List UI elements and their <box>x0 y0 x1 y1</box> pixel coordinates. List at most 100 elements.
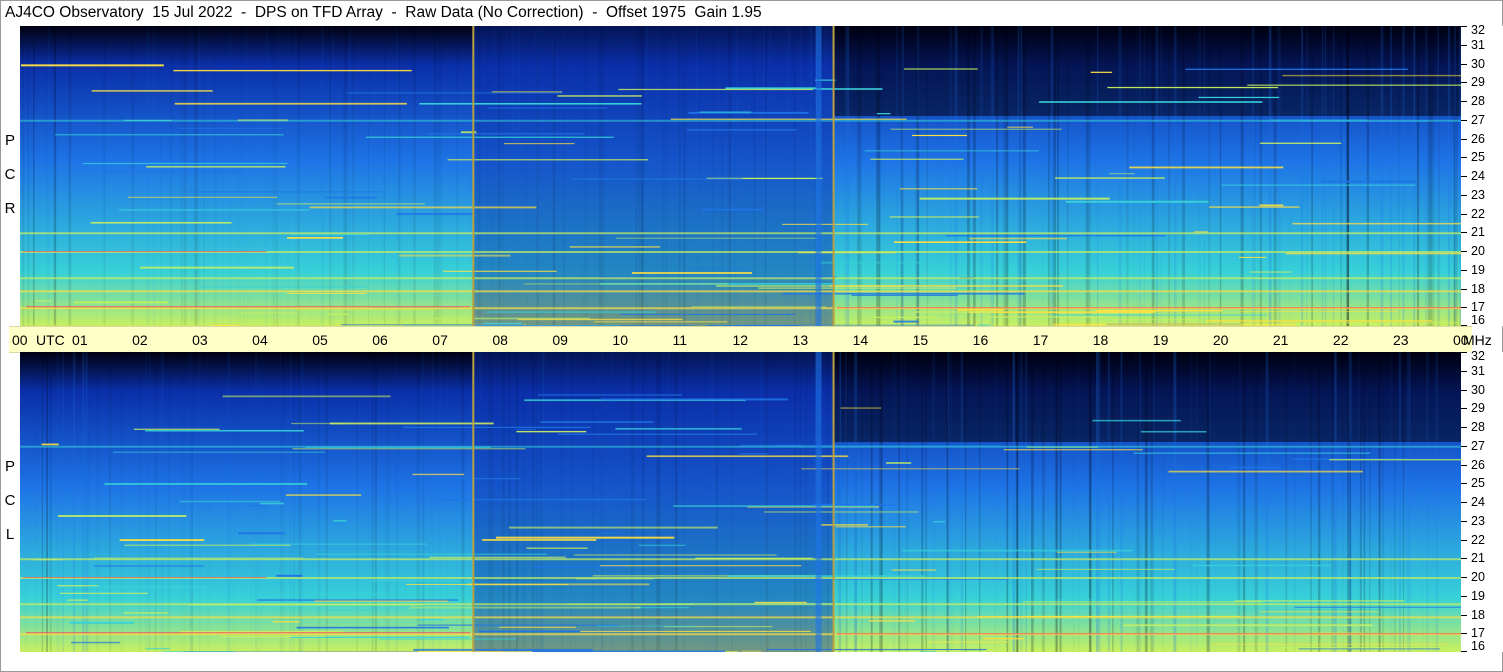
rcp-interference-line <box>615 237 818 239</box>
rcp-vertical-streak <box>793 26 796 326</box>
frequency-tick <box>1461 194 1467 196</box>
rcp-interference-line <box>365 136 614 138</box>
lcp-vertical-streak <box>46 352 48 652</box>
lcp-vertical-streak <box>1236 352 1239 652</box>
rcp-vertical-streak <box>1289 26 1291 326</box>
lcp-interference-line <box>596 625 695 627</box>
lcp-vertical-streak <box>87 352 89 652</box>
rcp-vertical-streak <box>486 26 488 326</box>
rcp-vertical-streak <box>1275 26 1279 326</box>
lcp-vertical-streak <box>1195 352 1198 652</box>
lcp-vertical-streak <box>765 352 769 652</box>
lcp-interference-line <box>1280 647 1461 649</box>
rcp-vertical-streak <box>915 26 918 326</box>
rcp-vertical-streak <box>844 26 846 326</box>
rcp-vertical-streak <box>1126 26 1129 326</box>
rcp-vertical-streak <box>1042 26 1043 326</box>
lcp-interference-line <box>285 494 362 496</box>
lcp-interference-line <box>179 500 281 503</box>
lcp-interference-line <box>260 502 284 505</box>
rcp-vertical-streak <box>1048 26 1050 326</box>
lcp-interference-line <box>1003 449 1143 451</box>
rcp-interference-line <box>984 315 1106 318</box>
frequency-tick <box>1461 614 1467 616</box>
lcp-interference-line <box>1168 470 1363 473</box>
lcp-band-17-9 <box>20 616 1461 619</box>
lcp-interference-line <box>902 549 1133 552</box>
rcp-interference-line <box>1039 101 1263 103</box>
lcp-vertical-streak <box>1016 352 1019 652</box>
frequency-tick-label: 31 <box>1471 363 1485 378</box>
lcp-interference-line <box>927 641 1009 643</box>
lcp-vertical-streak <box>395 352 398 652</box>
rcp-interference-line <box>631 272 753 274</box>
lcp-vertical-streak <box>1161 352 1164 652</box>
rcp-interference-line <box>1320 180 1416 183</box>
rcp-vertical-streak <box>857 26 861 326</box>
lcp-vertical-streak <box>1243 352 1246 652</box>
lcp-vertical-streak <box>932 352 935 652</box>
rcp-vertical-streak <box>1306 26 1308 326</box>
rcp-vertical-streak <box>1097 26 1099 326</box>
rcp-vertical-streak <box>492 26 496 326</box>
rcp-interference-line <box>899 188 978 190</box>
utc-tick-label: 15 <box>912 332 929 348</box>
lcp-vertical-streak <box>25 352 27 652</box>
rcp-interference-line <box>443 270 557 272</box>
lcp-interference-line <box>1024 599 1116 601</box>
lcp-vertical-streak <box>892 352 893 652</box>
rcp-vertical-streak <box>734 26 736 326</box>
rcp-interference-line <box>957 309 1004 311</box>
rcp-vertical-streak <box>1366 26 1369 326</box>
lcp-vertical-streak <box>56 352 60 652</box>
lcp-interference-line <box>124 544 291 546</box>
frequency-tick <box>1461 389 1467 391</box>
lcp-marker-line-1 <box>472 352 475 652</box>
frequency-tick <box>1461 558 1467 560</box>
lcp-vertical-streak <box>1112 352 1114 652</box>
lcp-vertical-streak <box>861 352 863 652</box>
rcp-interference-line <box>557 95 642 97</box>
utc-tick-label: 10 <box>612 332 628 348</box>
rcp-spike-line <box>836 307 1461 309</box>
frequency-tick <box>1461 119 1467 121</box>
frequency-tick <box>1461 520 1467 522</box>
rcp-interference-line <box>102 170 241 173</box>
rcp-vertical-streak <box>1278 26 1281 326</box>
rcp-interference-line <box>1209 206 1300 208</box>
frequency-tick-label: 27 <box>1471 112 1485 127</box>
lcp-interference-line <box>932 520 946 523</box>
utc-tick-label: 13 <box>792 332 809 348</box>
utc-tick-label: MHz <box>1463 332 1492 348</box>
lcp-interference-line <box>580 630 811 633</box>
utc-tick-label: 05 <box>312 332 328 348</box>
frequency-tick <box>1461 427 1467 428</box>
rcp-band-17-9 <box>20 290 1461 293</box>
rcp-interference-line <box>1250 271 1292 273</box>
frequency-tick <box>1461 26 1467 27</box>
rcp-interference-line <box>1260 142 1342 144</box>
lcp-vertical-streak <box>994 352 996 652</box>
rcp-vertical-streak <box>170 26 173 326</box>
rcp-interference-line <box>1185 68 1408 70</box>
frequency-tick <box>1461 464 1467 466</box>
frequency-tick-label: 23 <box>1471 513 1485 528</box>
utc-tick-label: 19 <box>1152 332 1169 348</box>
lcp-vertical-streak <box>898 352 900 652</box>
rcp-interference-line <box>296 309 437 311</box>
rcp-interference-line <box>287 237 344 239</box>
rcp-vertical-streak <box>824 26 828 326</box>
lcp-interference-line <box>119 539 205 541</box>
frequency-tick-label: 29 <box>1471 401 1485 416</box>
lcp-interference-line <box>811 503 896 506</box>
rcp-vertical-streak <box>1455 26 1459 326</box>
frequency-tick-label: 21 <box>1471 551 1485 566</box>
rcp-interference-line <box>893 320 919 323</box>
frequency-tick <box>1461 307 1467 309</box>
rcp-vertical-streak <box>1343 26 1345 326</box>
rcp-interference-line <box>127 196 278 198</box>
utc-tick-label: 22 <box>1332 332 1349 348</box>
lcp-interference-line <box>600 565 802 567</box>
rcp-vertical-streak <box>762 26 766 326</box>
rcp-interference-line <box>91 90 213 92</box>
